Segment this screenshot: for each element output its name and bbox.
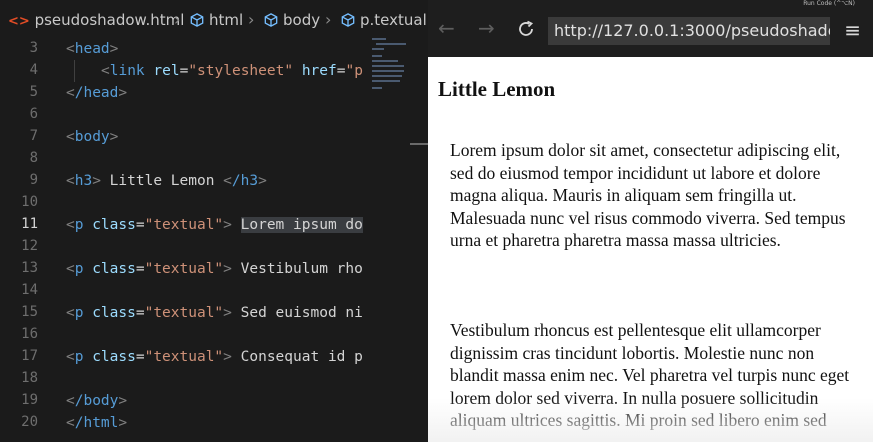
minimap[interactable] [370,38,414,442]
line-number: 20 [21,414,38,430]
browser-preview: Run Code (^⌥N) ← → http://127.0.0.1:3000… [428,0,873,442]
page-heading: Little Lemon [438,77,556,101]
back-arrow-icon[interactable]: ← [438,16,455,40]
rendered-page: Little Lemon Lorem ipsum dolor sit amet,… [428,57,873,442]
code-line-17: <p class="textual"> Consequat id p [66,349,363,365]
minimap-line [372,48,384,50]
reload-icon[interactable] [516,19,536,39]
line-number: 16 [21,326,38,342]
code-area[interactable]: <head> <link rel="stylesheet" href="p </… [66,38,366,442]
paragraph-textual: Lorem ipsum dolor sit amet, consectetur … [450,140,846,250]
code-line-7: <body> [66,129,119,145]
line-number-active: 11 [21,216,38,232]
code-line-19: </body> [66,393,128,409]
hamburger-menu-icon[interactable]: ≡ [844,18,861,42]
breadcrumb: <> pseudoshadow.html › html › body › p.t… [0,0,428,38]
line-number: 15 [21,304,38,320]
line-number: 3 [29,40,38,56]
line-number: 7 [29,128,38,144]
minimap-line [372,80,400,82]
minimap-line [372,55,382,57]
browser-toolbar: Run Code (^⌥N) ← → http://127.0.0.1:3000… [428,0,873,57]
line-number: 6 [29,106,38,122]
chevron-right-icon: › [248,10,255,29]
symbol-cube-icon [264,13,278,27]
line-number: 9 [29,172,38,188]
breadcrumb-item-file[interactable]: <> pseudoshadow.html [8,11,184,29]
line-number: 5 [29,84,38,100]
line-number: 4 [29,62,38,78]
line-number: 19 [21,392,38,408]
minimap-line [372,60,398,62]
line-number: 10 [21,194,38,210]
minimap-line [376,43,406,45]
url-input[interactable]: http://127.0.0.1:3000/pseudoshadow.html [548,17,830,45]
breadcrumb-item-p-textual[interactable]: p.textual [341,11,427,29]
bottom-fade [428,398,873,442]
scrollbar-marker[interactable] [410,143,428,145]
line-number: 17 [21,348,38,364]
text-selection: Lorem ipsum do [240,217,363,233]
code-line-20: </html> [66,415,128,431]
minimap-line [372,38,386,40]
minimap-line [372,70,404,72]
symbol-cube-icon [190,13,204,27]
minimap-line [372,87,382,89]
html-file-icon: <> [8,14,30,29]
run-code-hint: Run Code (^⌥N) [803,0,855,7]
code-line-3: <head> [66,41,119,57]
code-line-15: <p class="textual"> Sed euismod ni [66,305,363,321]
line-number: 12 [21,238,38,254]
line-number: 18 [21,370,38,386]
breadcrumb-item-html[interactable]: html [190,11,243,29]
line-number: 14 [21,282,38,298]
symbol-cube-icon [341,13,355,27]
code-line-4: <link rel="stylesheet" href="p [101,63,363,79]
forward-arrow-icon[interactable]: → [478,16,495,40]
code-line-11: <p class="textual"> Lorem ipsum do [66,217,363,233]
code-line-9: <h3> Little Lemon </h3> [66,173,267,189]
chevron-right-icon: › [174,10,181,29]
code-line-13: <p class="textual"> Vestibulum rho [66,261,363,277]
minimap-line [372,65,404,67]
minimap-line [372,75,402,77]
code-line-5: </head> [66,85,128,101]
breadcrumb-item-body[interactable]: body [264,11,320,29]
chevron-right-icon: › [325,10,332,29]
code-editor[interactable]: <> pseudoshadow.html › html › body › p.t… [0,0,428,442]
line-number: 13 [21,260,38,276]
line-number: 8 [29,150,38,166]
